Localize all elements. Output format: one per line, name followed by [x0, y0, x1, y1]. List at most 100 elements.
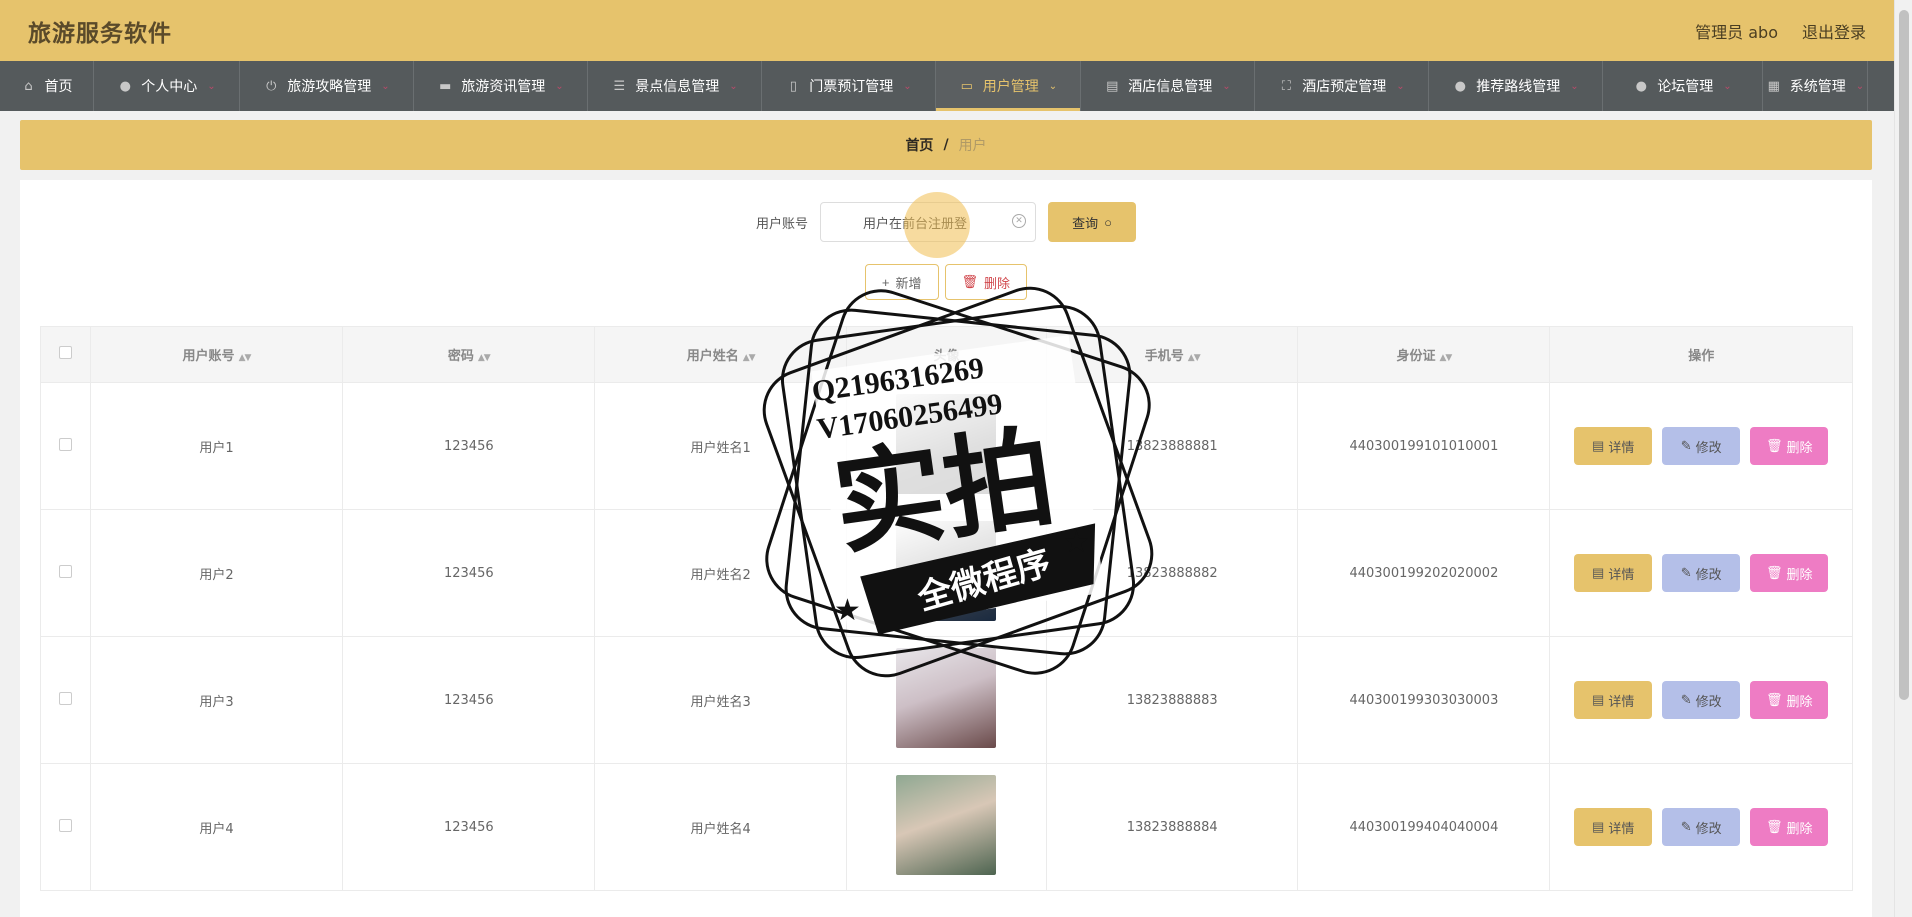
edit-button[interactable]: ✎ 修改 — [1662, 554, 1741, 592]
clear-icon[interactable]: ✕ — [1012, 214, 1026, 228]
avatar — [896, 521, 997, 621]
column-header-actions: 操作 — [1549, 326, 1853, 383]
column-header-idcard[interactable]: 身份证 ▲▼ — [1297, 326, 1551, 383]
table-row: 用户4 123456 用户姓名4 13823888884 44030019940… — [40, 763, 1853, 891]
row-checkbox[interactable] — [58, 818, 72, 832]
row-checkbox[interactable] — [58, 437, 72, 451]
nav-item-label: 个人中心 — [141, 79, 198, 95]
cell-idcard: 440300199202020002 — [1297, 509, 1551, 637]
sort-icon: ▲▼ — [1187, 353, 1201, 363]
scrollbar-thumb[interactable] — [1899, 10, 1909, 700]
query-button-label: 查询 — [1072, 215, 1099, 231]
nav-item-6[interactable]: ▭ 用户管理 ⌄ — [936, 61, 1081, 111]
phone-icon: ▯ — [789, 78, 797, 94]
chevron-down-icon: ⌄ — [555, 80, 564, 92]
chevron-down-icon: ⌄ — [1570, 80, 1579, 92]
nav-item-label: 系统管理 — [1789, 79, 1846, 95]
nav-item-4[interactable]: ☰ 景点信息管理 ⌄ — [588, 61, 762, 111]
cell-password: 123456 — [342, 763, 596, 891]
trash-icon: 🗑 — [961, 274, 979, 289]
nav-item-8[interactable]: ⛶ 酒店预定管理 ⌄ — [1255, 61, 1429, 111]
page-scrollbar[interactable] — [1894, 0, 1912, 917]
search-input[interactable] — [820, 202, 1036, 242]
chevron-down-icon: ⌄ — [1396, 80, 1405, 92]
document-icon: ▤ — [1592, 565, 1605, 580]
delete-button[interactable]: 🗑 删除 — [1750, 681, 1829, 719]
select-all-checkbox[interactable] — [58, 346, 72, 359]
delete-button[interactable]: 🗑 删除 — [1750, 554, 1829, 592]
trash-icon: 🗑 — [1765, 438, 1783, 453]
column-header-password[interactable]: 密码 ▲▼ — [342, 326, 596, 383]
sort-icon: ▲▼ — [238, 353, 252, 363]
nav-item-10[interactable]: ● 论坛管理 ⌄ — [1603, 61, 1763, 111]
detail-button[interactable]: ▤ 详情 — [1574, 554, 1653, 592]
logout-link[interactable]: 退出登录 — [1802, 19, 1866, 43]
nav-item-label: 酒店预定管理 — [1302, 79, 1387, 95]
detail-button[interactable]: ▤ 详情 — [1574, 427, 1653, 465]
batch-delete-label: 删除 — [984, 275, 1011, 291]
cell-name: 用户姓名2 — [594, 509, 847, 637]
nav-item-label: 旅游资讯管理 — [461, 79, 546, 95]
briefcase-icon: ▤ — [1106, 78, 1119, 94]
grid-icon: ▦ — [1767, 78, 1780, 94]
detail-button[interactable]: ▤ 详情 — [1574, 808, 1653, 846]
header-user-area: 管理员 abo 退出登录 — [1695, 19, 1866, 43]
column-header-name[interactable]: 用户姓名 ▲▼ — [594, 326, 847, 383]
nav-item-5[interactable]: ▯ 门票预订管理 ⌄ — [762, 61, 936, 111]
row-select-cell — [40, 763, 91, 891]
nav-item-9[interactable]: ● 推荐路线管理 ⌄ — [1429, 61, 1603, 111]
cell-phone: 13823888881 — [1045, 382, 1299, 510]
chevron-down-icon: ⌄ — [1048, 80, 1058, 92]
row-checkbox[interactable] — [58, 691, 72, 705]
cell-password: 123456 — [342, 636, 596, 764]
list-icon: ☰ — [613, 78, 626, 94]
sort-icon: ▲▼ — [1439, 353, 1453, 363]
fullscreen-icon: ⛶ — [1281, 78, 1291, 94]
cell-avatar — [845, 509, 1048, 637]
document-icon: ▤ — [1592, 438, 1605, 453]
app-title: 旅游服务软件 — [28, 20, 172, 47]
table-row: 用户1 123456 用户姓名1 13823888881 44030019910… — [40, 382, 1853, 510]
nav-item-2[interactable]: ⏻ 旅游攻略管理 ⌄ — [240, 61, 414, 111]
nav-item-3[interactable]: ▬ 旅游资讯管理 ⌄ — [414, 61, 588, 111]
nav-item-1[interactable]: ● 个人中心 ⌄ — [94, 61, 240, 111]
breadcrumb-home[interactable]: 首页 — [905, 135, 933, 155]
batch-delete-button[interactable]: 🗑 删除 — [944, 264, 1028, 300]
content-panel: 用户账号 ✕ 查询 ○ + 新增 🗑 删除 用户账号▲▼ 密码▲▼ — [20, 180, 1872, 917]
column-header-phone[interactable]: 手机号 ▲▼ — [1045, 326, 1299, 383]
nav-item-0[interactable]: ⌂ 首页 — [0, 61, 94, 111]
search-icon: ○ — [1104, 214, 1112, 230]
chevron-down-icon: ⌄ — [1855, 80, 1865, 92]
cell-name: 用户姓名1 — [594, 382, 847, 510]
row-select-cell — [40, 636, 91, 764]
cell-phone: 13823888882 — [1045, 509, 1299, 637]
nav-item-7[interactable]: ▤ 酒店信息管理 ⌄ — [1081, 61, 1255, 111]
cell-actions: ▤ 详情 ✎ 修改 🗑 删除 — [1549, 509, 1853, 637]
add-button[interactable]: + 新增 — [864, 264, 939, 300]
action-row: + 新增 🗑 删除 — [20, 264, 1872, 300]
delete-button[interactable]: 🗑 删除 — [1750, 808, 1829, 846]
edit-button[interactable]: ✎ 修改 — [1662, 427, 1741, 465]
person-icon: ● — [1454, 78, 1466, 94]
nav-item-label: 推荐路线管理 — [1476, 79, 1561, 95]
detail-button[interactable]: ▤ 详情 — [1574, 681, 1653, 719]
chevron-down-icon: ⌄ — [207, 80, 216, 92]
breadcrumb: 首页 / 用户 — [20, 120, 1872, 170]
sort-icon: ▲▼ — [742, 353, 756, 363]
query-button[interactable]: 查询 ○ — [1048, 202, 1136, 242]
cell-actions: ▤ 详情 ✎ 修改 🗑 删除 — [1549, 382, 1853, 510]
document-icon: ▤ — [1592, 819, 1605, 834]
delete-button[interactable]: 🗑 删除 — [1750, 427, 1829, 465]
nav-item-label: 论坛管理 — [1657, 79, 1714, 95]
row-select-cell — [40, 382, 91, 510]
edit-button[interactable]: ✎ 修改 — [1662, 808, 1741, 846]
nav-item-11[interactable]: ▦ 系统管理 ⌄ — [1763, 61, 1868, 111]
chevron-down-icon: ⌄ — [729, 80, 738, 92]
cell-phone: 13823888883 — [1045, 636, 1299, 764]
cell-name: 用户姓名4 — [594, 763, 847, 891]
pencil-icon: ✎ — [1680, 565, 1692, 580]
cell-password: 123456 — [342, 509, 596, 637]
edit-button[interactable]: ✎ 修改 — [1662, 681, 1741, 719]
row-checkbox[interactable] — [58, 564, 72, 578]
column-header-account[interactable]: 用户账号 ▲▼ — [89, 326, 344, 383]
